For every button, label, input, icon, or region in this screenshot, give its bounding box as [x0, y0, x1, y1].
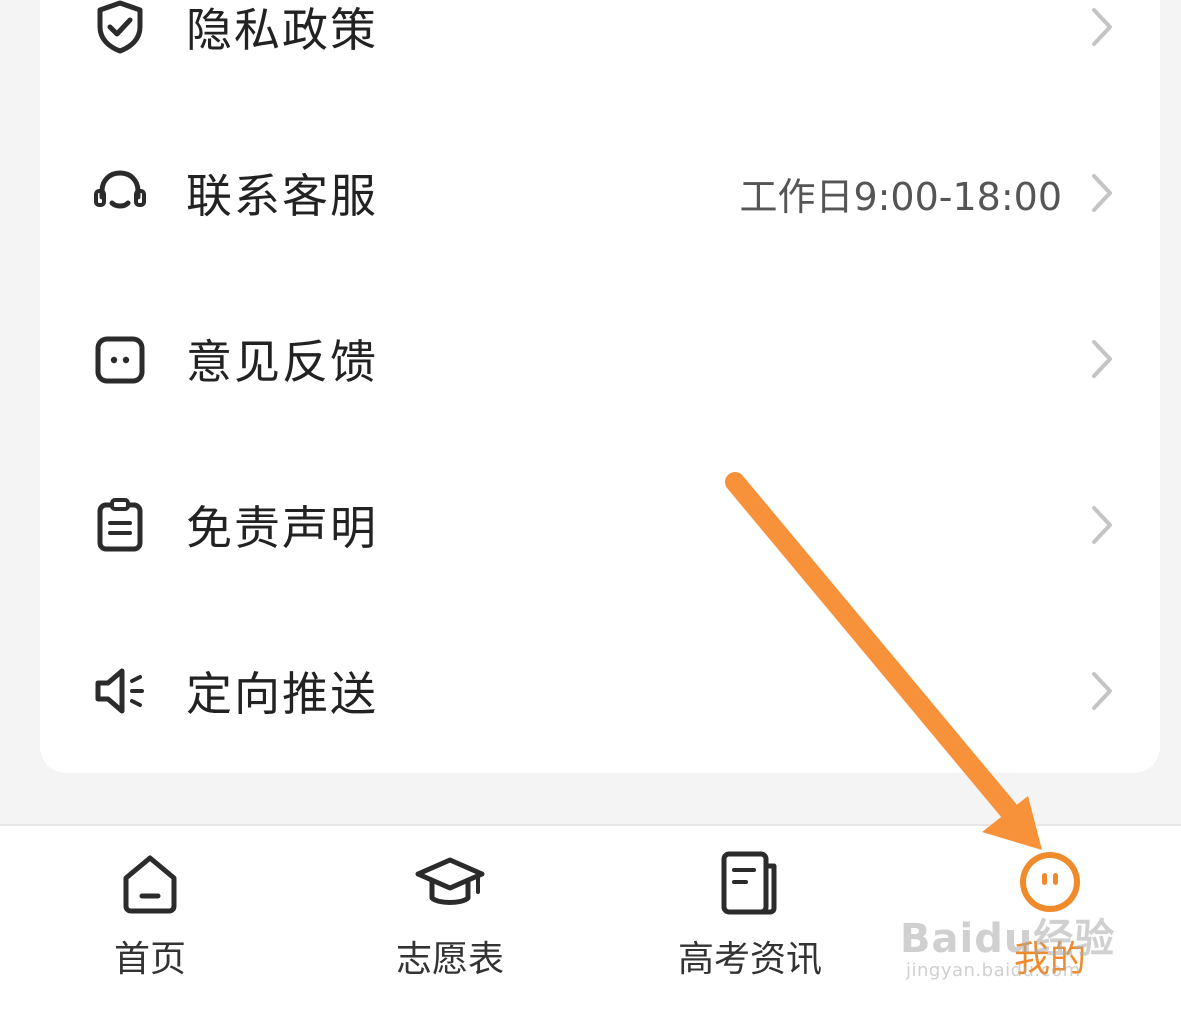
chevron-right-icon [1088, 670, 1116, 712]
tab-mine[interactable]: 我的 [950, 826, 1150, 994]
clipboard-icon [90, 495, 150, 555]
menu-item-label: 免责声明 [186, 501, 378, 555]
chat-bubble-icon [90, 329, 150, 389]
tab-exam-news[interactable]: 高考资讯 [650, 826, 850, 994]
bottom-tab-bar: 首页 志愿表 高考资讯 我的 [0, 824, 1181, 994]
tab-volunteer-form[interactable]: 志愿表 [350, 826, 550, 994]
menu-item-feedback[interactable]: 意见反馈 [40, 276, 1160, 442]
tab-label: 高考资讯 [677, 939, 822, 980]
tab-label: 首页 [113, 939, 186, 980]
chevron-right-icon [1088, 6, 1116, 48]
menu-item-targeted-push[interactable]: 定向推送 [40, 608, 1160, 774]
chevron-right-icon [1088, 172, 1116, 214]
home-icon [114, 848, 186, 920]
menu-item-contact-service[interactable]: 联系客服 工作日9:00-18:00 [40, 110, 1160, 276]
graduation-cap-icon [414, 848, 486, 920]
chevron-right-icon [1088, 504, 1116, 546]
chevron-right-icon [1088, 338, 1116, 380]
profile-face-icon [1014, 848, 1086, 920]
menu-item-label: 定向推送 [186, 667, 378, 721]
tab-label: 志愿表 [395, 939, 504, 980]
service-hours: 工作日9:00-18:00 [739, 174, 1062, 219]
menu-item-disclaimer[interactable]: 免责声明 [40, 442, 1160, 608]
shield-check-icon [90, 0, 150, 57]
news-icon [714, 848, 786, 920]
menu-item-label: 联系客服 [186, 169, 378, 223]
menu-item-label: 隐私政策 [186, 3, 378, 57]
menu-item-privacy-policy[interactable]: 隐私政策 [40, 0, 1160, 110]
tab-home[interactable]: 首页 [50, 826, 250, 994]
speaker-icon [90, 661, 150, 721]
headset-icon [90, 163, 150, 223]
tab-label: 我的 [1013, 939, 1086, 980]
menu-item-label: 意见反馈 [186, 335, 378, 389]
bottom-safe-area [0, 992, 1181, 1018]
